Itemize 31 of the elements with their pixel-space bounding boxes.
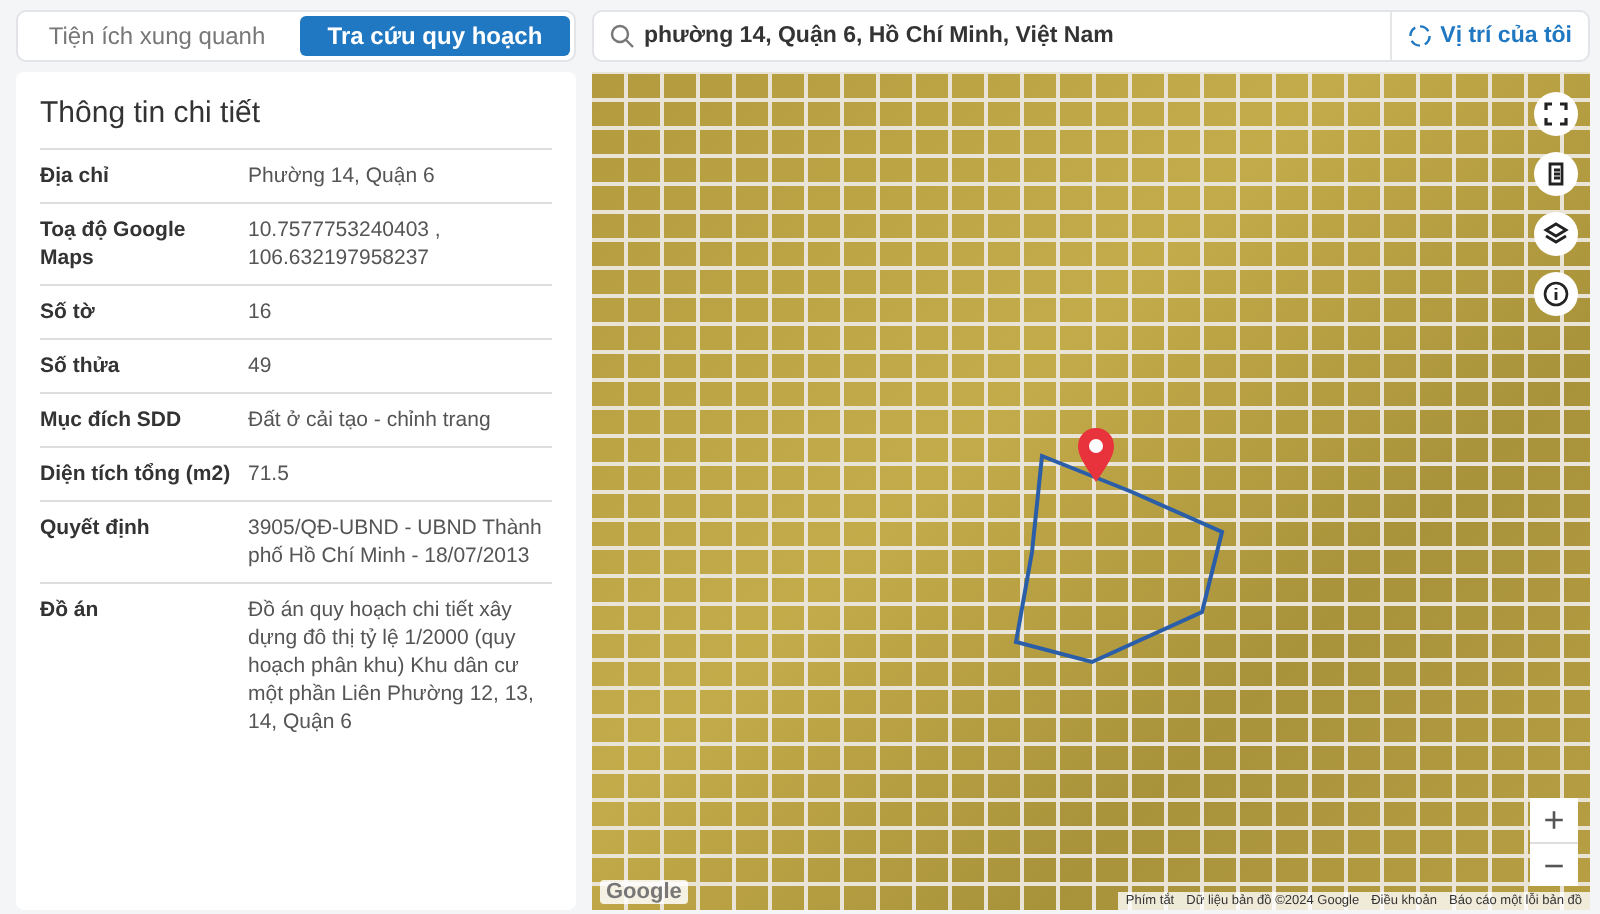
field-value: 10.7577753240403 , 106.632197958237	[248, 216, 443, 272]
field-label: Số tờ	[40, 298, 97, 326]
field-label: Đồ án	[40, 596, 101, 626]
field-label: Quyết định	[40, 514, 152, 544]
layers-icon[interactable]	[1534, 212, 1578, 256]
search-field[interactable]: phường 14, Quận 6, Hồ Chí Minh, Việt Nam	[644, 24, 1375, 48]
field-label: Số thửa	[40, 352, 122, 380]
field-label: Địa chỉ	[40, 162, 111, 190]
map-logo: Google	[600, 880, 688, 904]
field-label: Mục đích SDD	[40, 406, 184, 434]
field-value: 71.5	[248, 460, 291, 488]
field-value: 3905/QĐ-UBND - UBND Thành phố Hồ Chí Minh - 18/07/2013	[248, 514, 544, 570]
fullscreen-icon[interactable]	[1534, 92, 1578, 136]
field-value: Đồ án quy hoạch chi tiết xây dựng đô thị tỷ lệ 1/2000 (quy hoạch phân khu) Khu dân cư một phần Liên Phường 12, 13, 14, Quận 6	[248, 596, 536, 736]
tab[interactable]: Tiện ích xung quanh	[22, 16, 292, 56]
legend-icon[interactable]	[1534, 152, 1578, 196]
field-value: 16	[248, 298, 274, 326]
location-pin-icon	[1076, 428, 1116, 484]
tab[interactable]: Tra cứu quy hoạch	[300, 16, 570, 56]
field-value: Đất ở cải tạo - chỉnh trang	[248, 406, 493, 434]
panel-title: Thông tin chi tiết	[40, 96, 261, 130]
info-icon[interactable]	[1534, 272, 1578, 316]
field-label: Diện tích tổng (m2)	[40, 460, 233, 488]
zoom-out-button[interactable]: −	[1530, 842, 1578, 886]
search-bar[interactable]: phường 14, Quận 6, Hồ Chí Minh, Việt Nam Vị trí của tôi	[592, 10, 1590, 62]
crosshair-icon	[1408, 24, 1433, 48]
field-value: Phường 14, Quận 6	[248, 162, 437, 190]
field-value: 49	[248, 352, 274, 380]
search-icon	[610, 24, 634, 48]
my-location-button[interactable]: Vị trí của tôi	[1392, 24, 1588, 48]
field-label: Toạ độ Google Maps	[40, 216, 188, 272]
